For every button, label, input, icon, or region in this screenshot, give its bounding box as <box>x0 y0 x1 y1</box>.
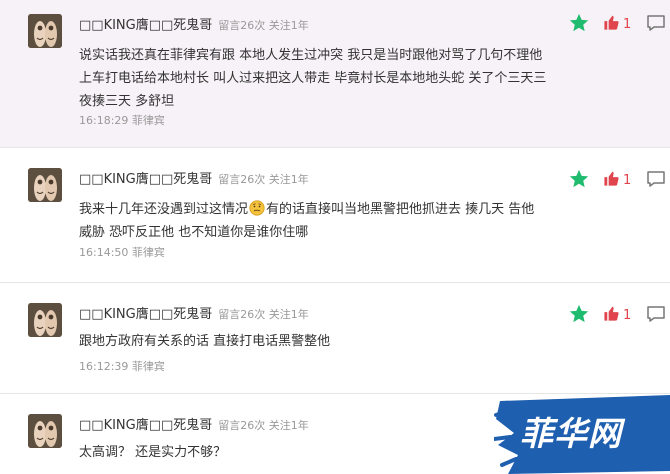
comment-text: 我来十几年还没遇到过这情况 有的话直接叫当地黑警把他抓进去 揍几天 告他 威胁 恐… <box>79 198 535 244</box>
comment-text-part: 我来十几年还没遇到过这情况 <box>79 202 249 217</box>
avatar[interactable] <box>28 14 62 48</box>
star-icon[interactable] <box>568 303 590 325</box>
avatar[interactable] <box>28 168 62 202</box>
comment-text: 太高调？ 还是实力不够？ <box>79 445 227 460</box>
comment-meta: □□KING膺□□死鬼哥 留言26次 关注1年 <box>79 170 309 187</box>
like-button[interactable]: 1 <box>603 13 631 35</box>
comment-meta: □□KING膺□□死鬼哥 留言26次 关注1年 <box>79 16 309 33</box>
user-stats: 留言26次 关注1年 <box>218 19 309 32</box>
like-button[interactable]: 1 <box>603 169 631 191</box>
reply-icon[interactable] <box>646 305 666 323</box>
comment-time: 16:18:29 菲律宾 <box>79 114 165 127</box>
comment-list: □□KING膺□□死鬼哥 留言26次 关注1年 说实话我还真在菲律宾有跟 本地人发… <box>0 0 670 474</box>
username[interactable]: □□KING膺□□死鬼哥 <box>79 307 212 322</box>
comment-actions: 1 <box>566 12 670 36</box>
star-icon[interactable] <box>568 168 590 190</box>
thumbs-up-icon <box>603 14 620 35</box>
reply-icon[interactable] <box>646 14 666 32</box>
comment-actions: 1 <box>566 168 670 192</box>
comment-item: □□KING膺□□死鬼哥 留言26次 关注1年 我来十几年还没遇到过这情况 有的话直… <box>0 148 670 283</box>
like-count: 1 <box>623 16 632 32</box>
thinking-face-icon <box>249 200 265 216</box>
reply-icon[interactable] <box>646 170 666 188</box>
user-stats: 留言26次 关注1年 <box>218 173 309 186</box>
user-stats: 留言26次 关注1年 <box>218 308 309 321</box>
comment-time: 16:12:39 菲律宾 <box>79 360 165 373</box>
user-stats: 留言26次 关注1年 <box>218 419 309 432</box>
like-button[interactable]: 1 <box>603 304 631 326</box>
watermark-text: 菲华网 <box>520 414 622 453</box>
thumbs-up-icon <box>603 170 620 191</box>
site-watermark: 菲华网 <box>492 395 670 474</box>
comment-actions: 1 <box>566 303 670 327</box>
comment-text: 跟地方政府有关系的话 直接打电话黑警整他 <box>79 334 331 349</box>
username[interactable]: □□KING膺□□死鬼哥 <box>79 18 212 33</box>
comment-time: 16:14:50 菲律宾 <box>79 246 165 259</box>
like-count: 1 <box>623 307 632 323</box>
comment-meta: □□KING膺□□死鬼哥 留言26次 关注1年 <box>79 416 309 433</box>
avatar[interactable] <box>28 414 62 448</box>
username[interactable]: □□KING膺□□死鬼哥 <box>79 418 212 433</box>
comment-item: □□KING膺□□死鬼哥 留言26次 关注1年 跟地方政府有关系的话 直接打电话黑… <box>0 283 670 394</box>
like-count: 1 <box>623 172 632 188</box>
comment-meta: □□KING膺□□死鬼哥 留言26次 关注1年 <box>79 305 309 322</box>
avatar[interactable] <box>28 303 62 337</box>
star-icon[interactable] <box>568 12 590 34</box>
comment-item: □□KING膺□□死鬼哥 留言26次 关注1年 说实话我还真在菲律宾有跟 本地人发… <box>0 0 670 148</box>
comment-text: 说实话我还真在菲律宾有跟 本地人发生过冲突 我只是当时跟他对骂了几句不理他 上车… <box>79 48 547 109</box>
username[interactable]: □□KING膺□□死鬼哥 <box>79 172 212 187</box>
thumbs-up-icon <box>603 305 620 326</box>
